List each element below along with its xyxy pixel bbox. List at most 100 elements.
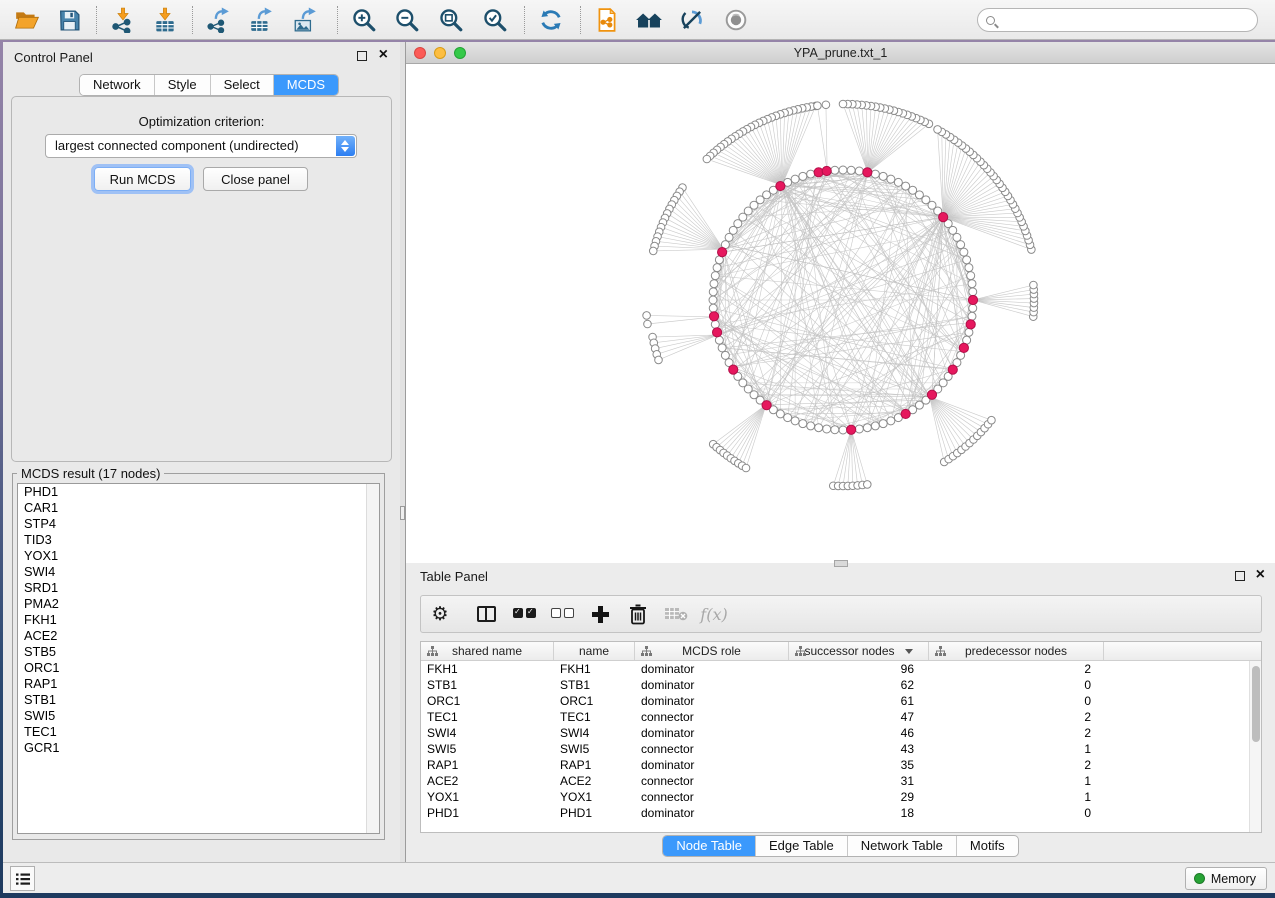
mcds-list-item[interactable]: SWI4 [18,564,379,580]
homes-button[interactable] [630,4,668,36]
mcds-list-item[interactable]: YOX1 [18,548,379,564]
mcds-dominator-node[interactable] [822,166,831,175]
network-node[interactable] [968,280,976,288]
tab-network-table[interactable]: Network Table [848,836,957,856]
network-node[interactable] [713,264,721,272]
column-header-shared-name[interactable]: shared name [421,642,554,660]
open-file-button[interactable] [8,4,46,36]
mcds-list-item[interactable]: STB5 [18,644,379,660]
network-window-titlebar[interactable]: YPA_prune.txt_1 [406,42,1275,64]
task-history-button[interactable] [10,866,35,891]
network-node[interactable] [902,182,910,190]
network-node[interactable] [721,351,729,359]
control-panel-float-icon[interactable] [357,51,367,61]
network-node[interactable] [960,248,968,256]
network-canvas[interactable] [406,64,1275,563]
network-node[interactable] [709,296,717,304]
network-node[interactable] [967,272,975,280]
tab-node-table[interactable]: Node Table [663,836,756,856]
mcds-dominator-node[interactable] [776,181,785,190]
network-node[interactable] [784,414,792,422]
table-row[interactable]: FKH1FKH1dominator962 [421,661,1261,677]
network-node[interactable] [709,288,717,296]
network-node[interactable] [742,464,750,472]
mcds-list-item[interactable]: TID3 [18,532,379,548]
mcds-dominator-node[interactable] [939,213,948,222]
sort-chevron-icon[interactable] [905,649,913,654]
mcds-dominator-node[interactable] [847,425,856,434]
mcds-list-item[interactable]: SWI5 [18,708,379,724]
mcds-dominator-node[interactable] [712,328,721,337]
mcds-dominator-node[interactable] [718,248,727,257]
network-node[interactable] [718,344,726,352]
table-row[interactable]: TEC1TEC1connector472 [421,709,1261,725]
control-panel-close-icon[interactable]: × [379,46,388,64]
mcds-dominator-node[interactable] [927,390,936,399]
network-node[interactable] [879,172,887,180]
network-node[interactable] [965,264,973,272]
mcds-dominator-node[interactable] [729,365,738,374]
network-node[interactable] [709,304,717,312]
column-header-successor-nodes[interactable]: successor nodes [789,642,929,660]
network-node[interactable] [815,424,823,432]
mcds-list-scrollbar[interactable] [366,484,379,833]
table-row[interactable]: ACE2ACE2connector311 [421,773,1261,789]
table-row[interactable]: ORC1ORC1dominator610 [421,693,1261,709]
table-row[interactable]: PHD1PHD1dominator180 [421,805,1261,821]
network-node[interactable] [643,312,651,320]
refresh-button[interactable] [532,4,570,36]
mcds-list-item[interactable]: GCR1 [18,740,379,756]
network-node[interactable] [791,417,799,425]
show-view-button[interactable] [717,4,755,36]
network-node[interactable] [965,328,973,336]
network-node[interactable] [887,175,895,183]
window-minimize-icon[interactable] [434,47,446,59]
network-node[interactable] [887,417,895,425]
network-node[interactable] [799,420,807,428]
network-node[interactable] [957,241,965,249]
delete-column-button[interactable] [619,599,657,629]
network-node[interactable] [871,422,879,430]
network-node[interactable] [934,126,942,134]
table-scrollbar-thumb[interactable] [1252,666,1260,742]
network-node[interactable] [847,166,855,174]
table-panel-float-icon[interactable] [1235,571,1245,581]
criterion-select[interactable]: largest connected component (undirected) [45,134,357,158]
tab-network[interactable]: Network [80,75,155,95]
deselect-all-button[interactable] [543,599,581,629]
splitter-handle[interactable] [400,506,405,520]
memory-button[interactable]: Memory [1185,867,1267,890]
network-node[interactable] [807,170,815,178]
close-panel-button[interactable]: Close panel [203,167,308,191]
network-node[interactable] [710,280,718,288]
network-node[interactable] [814,102,822,110]
network-node[interactable] [807,422,815,430]
network-node[interactable] [644,320,652,328]
mcds-dominator-node[interactable] [966,320,975,329]
zoom-fit-button[interactable] [432,4,470,36]
delete-table-button[interactable] [657,599,695,629]
tab-mcds[interactable]: MCDS [274,75,338,95]
mcds-list-item[interactable]: ACE2 [18,628,379,644]
network-node[interactable] [839,426,847,434]
mcds-list-item[interactable]: CAR1 [18,500,379,516]
network-node[interactable] [655,356,663,364]
split-panel-button[interactable] [467,599,505,629]
network-node[interactable] [711,272,719,280]
mcds-list-item[interactable]: PHD1 [18,484,379,500]
network-node[interactable] [863,481,871,489]
network-node[interactable] [831,166,839,174]
network-node[interactable] [988,416,996,424]
mcds-dominator-node[interactable] [762,401,771,410]
network-node[interactable] [839,100,847,108]
zoom-in-button[interactable] [345,4,383,36]
network-node[interactable] [969,304,977,312]
table-row[interactable]: YOX1YOX1connector291 [421,789,1261,805]
search-input[interactable] [1001,11,1257,29]
tab-motifs[interactable]: Motifs [957,836,1018,856]
table-row[interactable]: STB1STB1dominator620 [421,677,1261,693]
network-node[interactable] [855,425,863,433]
network-node[interactable] [776,410,784,418]
table-settings-button[interactable]: ⚙ [421,599,459,629]
mcds-list-item[interactable]: RAP1 [18,676,379,692]
